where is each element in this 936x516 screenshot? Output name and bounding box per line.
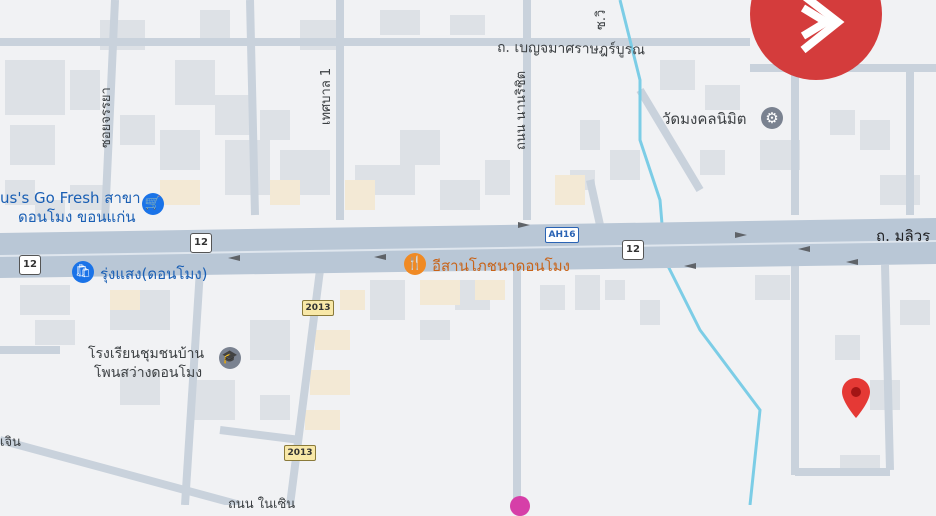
- school-label-line2[interactable]: โพนสว่างดอนโมง: [94, 362, 202, 384]
- road-label-vertical-left: ซอยจรรยา: [99, 87, 114, 148]
- road-label-top-small: ซ.วิ: [594, 9, 609, 30]
- temple-label[interactable]: วัดมงคลนิมิต: [662, 107, 747, 131]
- restaurant-label[interactable]: อีสานโภชนาดอนโมง: [432, 254, 570, 278]
- route-12-shield-c: 12: [622, 240, 644, 260]
- map-canvas[interactable]: ถ. เบญจมาศราษฎร์บูรณ เทศบาล 1 ถนน นานริช…: [0, 0, 936, 516]
- shopping-cart-icon[interactable]: 🛒: [142, 193, 164, 215]
- road-label-nanarit: ถนน นานริชิต: [514, 70, 529, 150]
- road-label-bottom-left: เจิน: [0, 435, 21, 450]
- shopping-bag-icon[interactable]: 🛍: [72, 261, 94, 283]
- brand-logo-icon: [750, 0, 882, 80]
- road-label-main: ถ. มลิวร: [876, 227, 931, 245]
- road-label-bottom-center: ถนน ในเซิน: [228, 497, 296, 512]
- route-12-shield-b: 12: [19, 255, 41, 275]
- graduation-cap-icon[interactable]: 🎓: [219, 347, 241, 369]
- dharma-wheel-icon[interactable]: ⚙: [761, 107, 783, 129]
- route-2013-shield-a: 2013: [302, 300, 334, 316]
- road-label-thesaban: เทศบาล 1: [319, 67, 334, 125]
- route-12-shield-a: 12: [190, 233, 212, 253]
- fork-knife-icon[interactable]: 🍴: [404, 253, 426, 275]
- shop-label-line2[interactable]: ดอนโมง ขอนแก่น: [18, 205, 136, 229]
- road-label-benjamat: ถ. เบญจมาศราษฎร์บูรณ: [496, 39, 646, 59]
- location-pin-icon[interactable]: [841, 377, 871, 419]
- ah16-shield: AH16: [545, 227, 579, 243]
- store-label[interactable]: รุ่งแสง(ดอนโมง): [100, 262, 208, 286]
- route-2013-shield-b: 2013: [284, 445, 316, 461]
- poi-partial-icon[interactable]: [510, 496, 530, 516]
